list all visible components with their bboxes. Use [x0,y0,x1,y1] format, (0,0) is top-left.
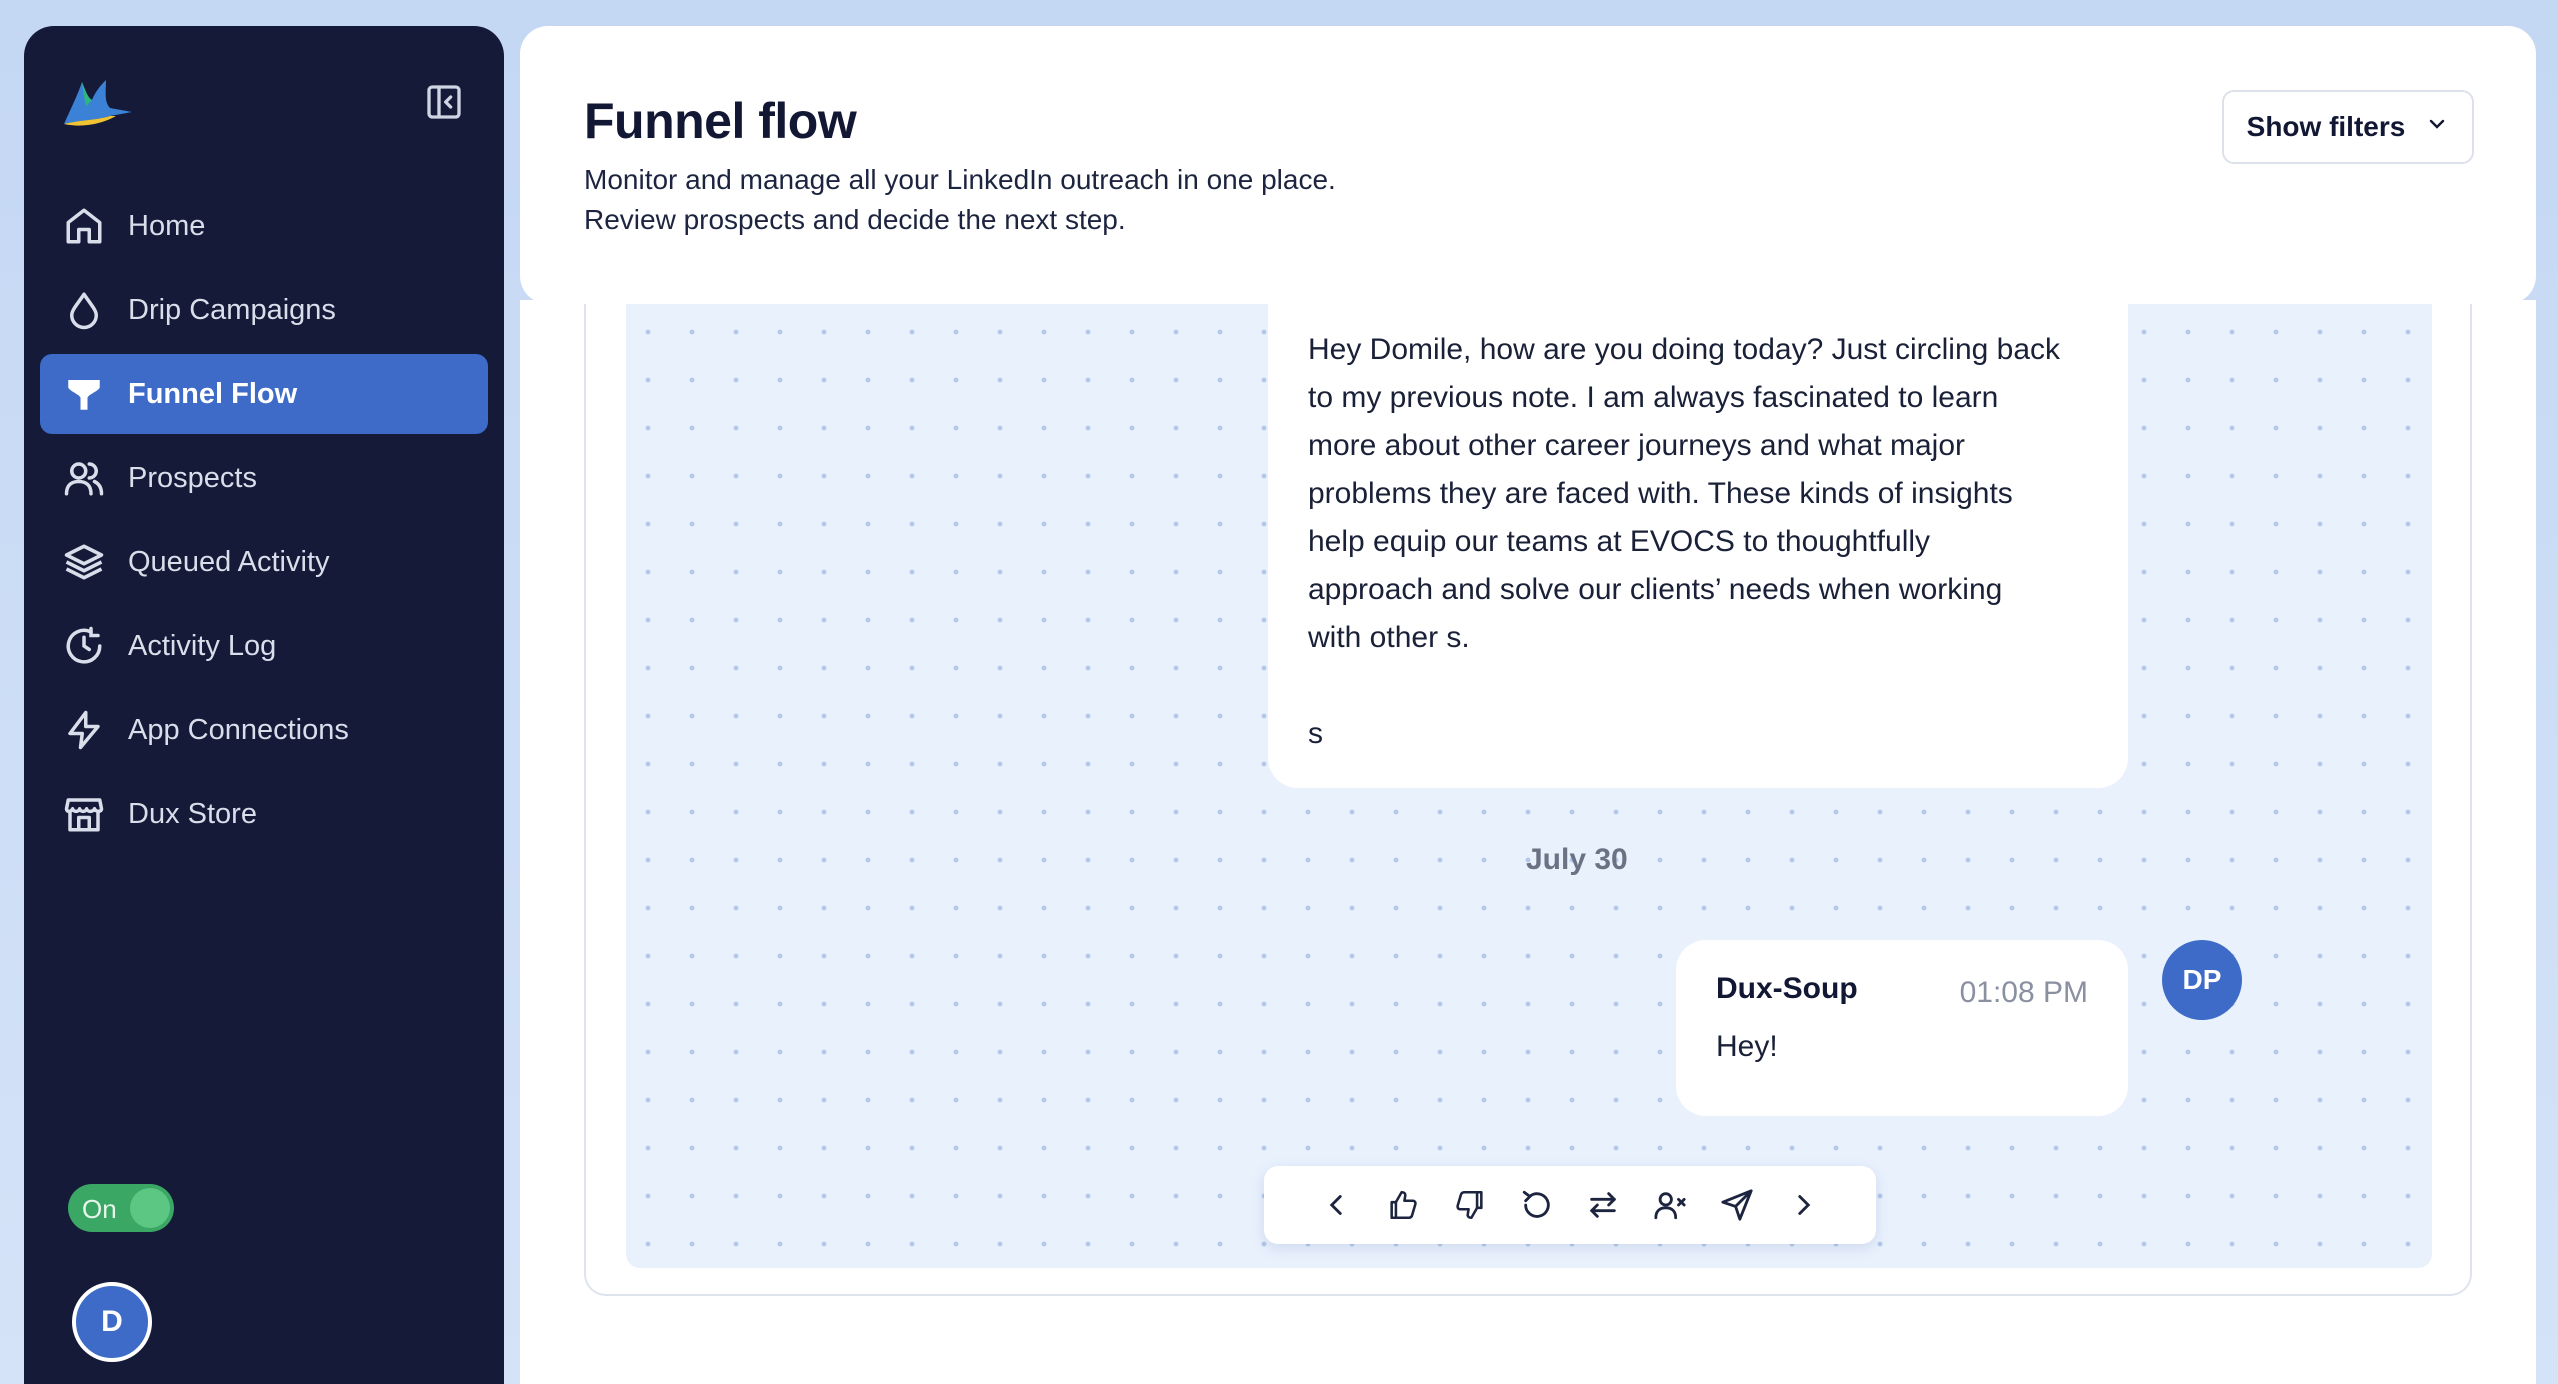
sidebar-nav: Home Drip Campaigns Funnel Flow Prospect… [40,186,488,858]
message-time: 01:08 PM [1959,976,2088,1009]
message-line: help equip our teams at EVOCS to thought… [1308,525,1931,558]
drop-icon [62,288,106,332]
message-line: to my previous note. I am always fascina… [1308,381,1999,414]
chevron-right-icon[interactable] [1784,1185,1824,1225]
main-content: Hey Domile, how are you doing today? Jus… [520,300,2536,1384]
chevron-left-icon[interactable] [1316,1185,1356,1225]
collapse-sidebar-icon[interactable] [422,80,466,124]
home-icon [62,204,106,248]
swap-icon[interactable] [1583,1185,1623,1225]
message-signature: s [1308,717,1323,750]
show-filters-label: Show filters [2246,111,2406,142]
sidebar-item-label: Home [128,209,206,242]
sidebar-item-label: Funnel Flow [128,377,298,410]
message-line: problems they are faced with. These kind… [1308,477,2013,510]
sidebar-item-dux-store[interactable]: Dux Store [40,774,488,854]
message-text: Hey! [1716,1030,1778,1063]
sidebar-item-activity-log[interactable]: Activity Log [40,606,488,686]
page-title: Funnel flow [584,93,857,149]
thumbs-down-icon[interactable] [1450,1185,1490,1225]
show-filters-button[interactable]: Show filters [2222,90,2474,164]
sidebar-item-label: Activity Log [128,629,277,662]
refresh-icon[interactable] [1517,1185,1557,1225]
page-header: Funnel flow Monitor and manage all your … [520,26,2536,304]
send-icon[interactable] [1717,1185,1757,1225]
sidebar-item-label: Dux Store [128,797,257,830]
store-icon [62,792,106,836]
sidebar-item-drip-campaigns[interactable]: Drip Campaigns [40,270,488,350]
users-icon [62,456,106,500]
sidebar-item-label: App Connections [128,713,349,746]
sidebar: Home Drip Campaigns Funnel Flow Prospect… [24,26,504,1384]
action-toolbar [1264,1166,1876,1244]
sidebar-item-queued-activity[interactable]: Queued Activity [40,522,488,602]
toggle-knob [130,1188,170,1228]
sidebar-item-app-connections[interactable]: App Connections [40,690,488,770]
sidebar-item-prospects[interactable]: Prospects [40,438,488,518]
lightning-icon [62,708,106,752]
page-subtitle-line-2: Review prospects and decide the next ste… [584,204,1126,235]
thumbs-up-icon[interactable] [1383,1185,1423,1225]
message-sender: Dux-Soup [1716,972,1858,1005]
message-line: Hey Domile, how are you doing today? Jus… [1308,333,2061,366]
history-icon [62,624,106,668]
sidebar-item-label: Queued Activity [128,545,330,578]
sidebar-item-home[interactable]: Home [40,186,488,266]
reply-message-bubble: Dux-Soup 01:08 PM Hey! [1676,940,2128,1116]
sidebar-item-funnel-flow[interactable]: Funnel Flow [40,354,488,434]
message-line: more about other career journeys and wha… [1308,429,1966,462]
user-avatar[interactable]: D [72,1282,152,1362]
message-line: with other s. [1308,621,1470,654]
page-subtitle-line-1: Monitor and manage all your LinkedIn out… [584,164,1336,195]
funnel-icon [62,372,106,416]
automation-toggle[interactable]: On [68,1184,174,1232]
date-separator: July 30 [1526,843,1628,876]
app-window: Home Drip Campaigns Funnel Flow Prospect… [0,0,2558,1384]
remove-user-icon[interactable] [1650,1185,1690,1225]
conversation-panel: Hey Domile, how are you doing today? Jus… [584,300,2472,1296]
sender-avatar: DP [2162,940,2242,1020]
hummingbird-logo-icon[interactable] [58,76,134,132]
sidebar-item-label: Prospects [128,461,257,494]
sidebar-item-label: Drip Campaigns [128,293,336,326]
layers-icon [62,540,106,584]
toggle-label: On [82,1194,117,1224]
message-bubble: Hey Domile, how are you doing today? Jus… [1268,300,2128,788]
conversation-thread[interactable]: Hey Domile, how are you doing today? Jus… [626,300,2432,1268]
chevron-down-icon [2425,111,2449,143]
message-line: approach and solve our clients’ needs wh… [1308,573,2003,606]
